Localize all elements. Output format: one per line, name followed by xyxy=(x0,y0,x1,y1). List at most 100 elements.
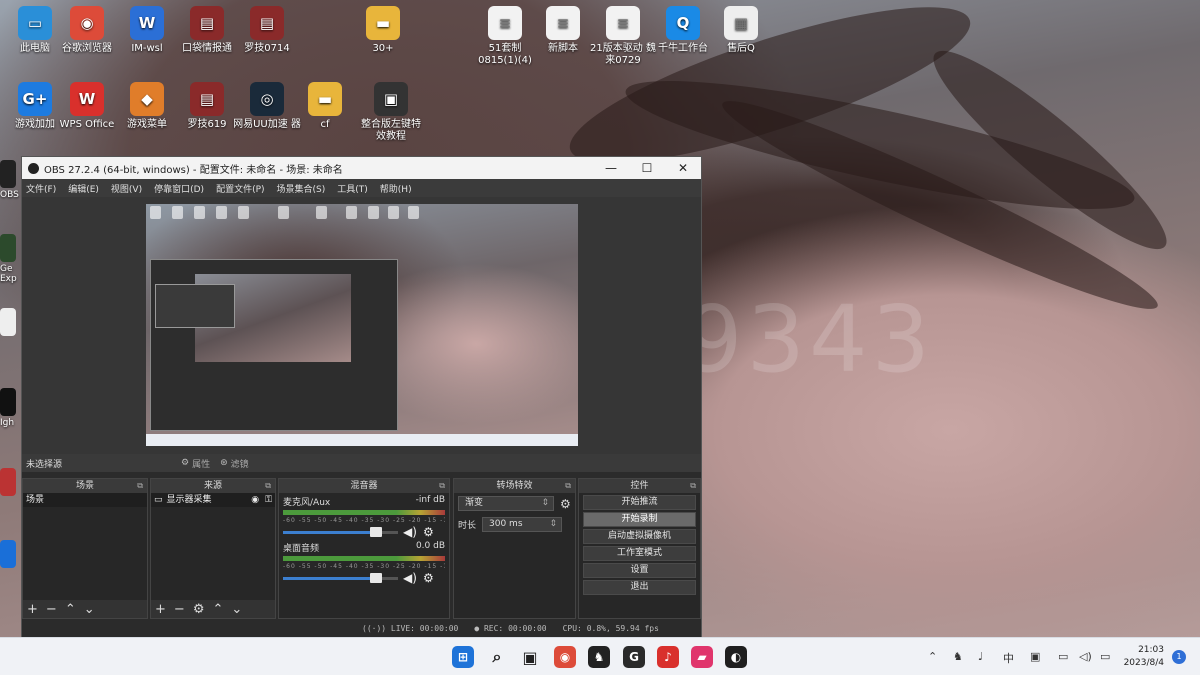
volume-meter xyxy=(283,510,445,515)
menu-docks[interactable]: 停靠窗口(D) xyxy=(154,182,204,195)
menu-file[interactable]: 文件(F) xyxy=(26,182,56,195)
app-tray-icon[interactable]: ▣ xyxy=(1030,650,1040,663)
desktop-icon[interactable]: ▦ 售后Q xyxy=(706,6,776,55)
menu-edit[interactable]: 编辑(E) xyxy=(68,182,99,195)
no-source-selected-label: 未选择源 xyxy=(26,459,63,470)
properties-button[interactable]: ⚙ 属性 xyxy=(181,457,210,470)
gear-icon[interactable]: ⚙ xyxy=(193,602,205,617)
exit-button[interactable]: 退出 xyxy=(583,580,696,595)
scenes-dock: 场景 ⧉ 场景 + − ⌃ ⌄ xyxy=(22,478,148,619)
desktop-icon-label: cf xyxy=(320,119,330,130)
maximize-button[interactable]: ☐ xyxy=(629,161,665,175)
chevron-up-icon[interactable]: ⌃ xyxy=(928,650,937,663)
lock-icon[interactable]: ⚿ xyxy=(265,493,272,507)
desktop-icon[interactable]: ▤ 罗技0714 xyxy=(232,6,302,55)
channel-level: 0.0 dB xyxy=(415,541,445,551)
slider-handle[interactable] xyxy=(369,573,382,583)
preview-canvas[interactable] xyxy=(146,204,578,446)
undock-icon[interactable]: ⧉ xyxy=(439,479,445,493)
desktop-icon-partial[interactable]: OBS xyxy=(0,160,22,200)
search-icon[interactable]: ⌕ xyxy=(486,646,508,668)
desktop-icon[interactable]: ▬ cf xyxy=(290,82,360,131)
taskview-icon[interactable]: ▣ xyxy=(519,646,541,668)
desktop-icon-partial[interactable] xyxy=(0,308,22,338)
preview-area[interactable] xyxy=(22,197,701,454)
gear-icon[interactable]: ⚙ xyxy=(560,497,571,511)
desktop-icon-partial[interactable] xyxy=(0,468,22,498)
move-up-icon[interactable]: ⌃ xyxy=(65,602,76,617)
start-icon[interactable]: ⊞ xyxy=(452,646,474,668)
start-recording-button[interactable]: 开始录制 xyxy=(583,512,696,527)
speaker-icon[interactable]: ◀) xyxy=(403,571,417,585)
app-pink-icon[interactable]: ▰ xyxy=(691,646,713,668)
desktop-icon[interactable]: ▬ 30+ xyxy=(348,6,418,55)
mixer-header: 混音器 ⧉ xyxy=(279,479,449,493)
source-item-label: 显示器采集 xyxy=(166,495,212,505)
desktop-icon-partial[interactable] xyxy=(0,540,22,570)
volume-slider[interactable]: ◀) ⚙ xyxy=(283,525,445,539)
taskbar: ⊞ ⌕ ▣ ◉ ♞ G ♪ ▰ ◐ ⌃ ♞ ♩ 中 ▣ ▭ ◁) ▭ 21:03 2023/8/… xyxy=(0,637,1200,675)
gear-icon[interactable]: ⚙ xyxy=(423,571,434,585)
menu-scene-collection[interactable]: 场景集合(S) xyxy=(277,182,326,195)
app-g-icon[interactable]: G xyxy=(623,646,645,668)
preview-desktop-icon xyxy=(316,206,327,219)
volume-slider[interactable]: ◀) ⚙ xyxy=(283,571,445,585)
desktop-icon-partial[interactable]: Igh xyxy=(0,388,22,428)
battery-icon[interactable]: ▭ xyxy=(1100,650,1110,663)
obs-window[interactable]: OBS 27.2.4 (64-bit, windows) - 配置文件: 未命名… xyxy=(21,156,702,637)
sources-footer: + − ⚙ ⌃ ⌄ xyxy=(151,600,275,618)
qq-tray-icon[interactable]: ♞ xyxy=(953,650,963,663)
preview-desktop-icon xyxy=(368,206,379,219)
add-icon[interactable]: + xyxy=(27,602,38,617)
gear-icon[interactable]: ⚙ xyxy=(423,525,434,539)
move-down-icon[interactable]: ⌄ xyxy=(231,602,242,617)
start-virtual-camera-button[interactable]: 启动虚拟摄像机 xyxy=(583,529,696,544)
undock-icon[interactable]: ⧉ xyxy=(565,479,571,493)
filters-button[interactable]: ⊛ 滤镜 xyxy=(220,457,249,470)
netease-music-icon[interactable]: ♪ xyxy=(657,646,679,668)
slider-handle[interactable] xyxy=(369,527,382,537)
app-icon xyxy=(0,540,16,568)
menu-tools[interactable]: 工具(T) xyxy=(337,182,368,195)
close-button[interactable]: ✕ xyxy=(665,161,701,175)
obs-icon[interactable]: ◐ xyxy=(725,646,747,668)
start-streaming-button[interactable]: 开始推流 xyxy=(583,495,696,510)
undock-icon[interactable]: ⧉ xyxy=(137,479,143,493)
app-icon: W xyxy=(130,6,164,40)
obs-titlebar[interactable]: OBS 27.2.4 (64-bit, windows) - 配置文件: 未命名… xyxy=(22,157,701,179)
move-up-icon[interactable]: ⌃ xyxy=(212,602,223,617)
eye-icon[interactable]: ◉ xyxy=(251,493,259,507)
spinner-icon[interactable]: ⇕ xyxy=(549,518,557,531)
system-clock[interactable]: 21:03 2023/8/4 xyxy=(1118,644,1164,670)
remove-icon[interactable]: − xyxy=(46,602,57,617)
ime-icon[interactable]: 中 xyxy=(1003,650,1014,666)
undock-icon[interactable]: ⧉ xyxy=(265,479,271,493)
app-icon: ▣ xyxy=(374,82,408,116)
studio-mode-button[interactable]: 工作室模式 xyxy=(583,546,696,561)
menu-help[interactable]: 帮助(H) xyxy=(380,182,412,195)
display-icon[interactable]: ▭ xyxy=(1058,650,1068,663)
chrome-icon[interactable]: ◉ xyxy=(554,646,576,668)
mixer-channel: 桌面音频 0.0 dB -60 -55 -50 -45 -40 -35 -30 -2… xyxy=(279,539,449,585)
add-icon[interactable]: + xyxy=(155,602,166,617)
duration-input[interactable]: 300 ms ⇕ xyxy=(482,517,563,532)
menu-profile[interactable]: 配置文件(P) xyxy=(216,182,264,195)
move-down-icon[interactable]: ⌄ xyxy=(84,602,95,617)
microphone-icon[interactable]: ♩ xyxy=(978,650,983,663)
scene-item[interactable]: 场景 xyxy=(23,493,147,507)
desktop-icon-partial[interactable]: Ge Exp xyxy=(0,234,22,284)
app-icon: W xyxy=(70,82,104,116)
desktop-icon[interactable]: ▣ 整合版左键特 效教程 xyxy=(356,82,426,143)
menu-view[interactable]: 视图(V) xyxy=(111,182,142,195)
settings-button[interactable]: 设置 xyxy=(583,563,696,578)
transition-select[interactable]: 渐变 ⇕ xyxy=(458,496,554,511)
source-item[interactable]: ▭ 显示器采集 ◉ ⚿ xyxy=(151,493,275,507)
speaker-icon[interactable]: ◀) xyxy=(403,525,417,539)
qq-icon[interactable]: ♞ xyxy=(588,646,610,668)
notification-badge[interactable]: 1 xyxy=(1172,650,1186,664)
remove-icon[interactable]: − xyxy=(174,602,185,617)
undock-icon[interactable]: ⧉ xyxy=(690,479,696,493)
live-status: LIVE: 00:00:00 xyxy=(390,623,459,633)
speaker-icon[interactable]: ◁) xyxy=(1079,650,1092,663)
minimize-button[interactable]: — xyxy=(593,161,629,175)
